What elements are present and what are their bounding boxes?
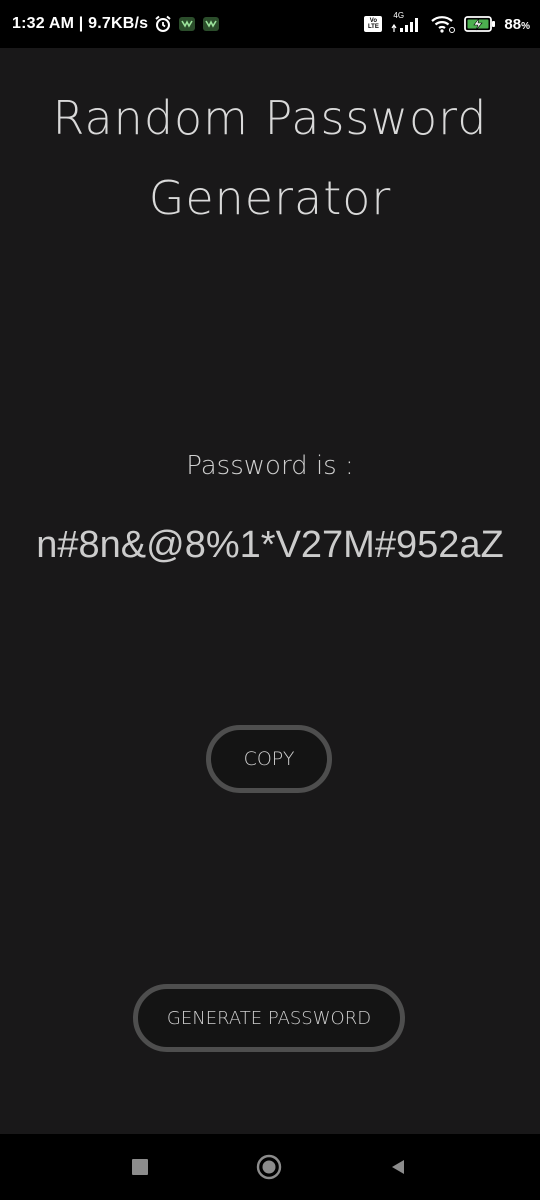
- app-notification-icon: [178, 15, 196, 33]
- battery-value: 88: [504, 15, 522, 33]
- wifi-icon: [430, 14, 456, 34]
- navigation-bar: [0, 1134, 540, 1200]
- generate-password-button[interactable]: GENERATE PASSWORD: [133, 984, 405, 1052]
- app-notification-icon: [202, 15, 220, 33]
- volte-label: Vo LTE: [367, 18, 379, 30]
- status-bar: 1:32 AM | 9.7KB/s Vo LTE 4G 88%: [0, 0, 540, 48]
- password-label: Password is :: [186, 451, 354, 481]
- status-left: 1:32 AM | 9.7KB/s: [12, 12, 220, 36]
- alarm-icon: [154, 15, 172, 33]
- app-title: Random Password Generator: [0, 78, 540, 238]
- status-time: 1:32 AM | 9.7KB/s: [12, 15, 149, 32]
- status-right: Vo LTE 4G 88%: [364, 11, 530, 36]
- copy-button-label: COPY: [243, 748, 295, 770]
- volte-icon: Vo LTE: [364, 16, 383, 32]
- app-title-line2: Generator: [148, 171, 392, 225]
- copy-button[interactable]: COPY: [206, 725, 332, 793]
- battery-charging-icon: [464, 15, 496, 33]
- app-title-line1: Random Password: [52, 91, 488, 145]
- home-circle-icon[interactable]: [254, 1152, 284, 1182]
- app-screen: 1:32 AM | 9.7KB/s Vo LTE 4G 88% Random P…: [0, 0, 540, 1200]
- signal-icon: 4G: [390, 11, 422, 34]
- back-triangle-icon[interactable]: [383, 1152, 413, 1182]
- battery-percentage: 88%: [504, 16, 530, 33]
- battery-unit: %: [521, 20, 530, 32]
- generate-password-label: GENERATE PASSWORD: [166, 1007, 372, 1029]
- recents-square-icon[interactable]: [125, 1152, 155, 1182]
- password-value: n#8n&@8%1*V27M#952aZ: [36, 524, 504, 566]
